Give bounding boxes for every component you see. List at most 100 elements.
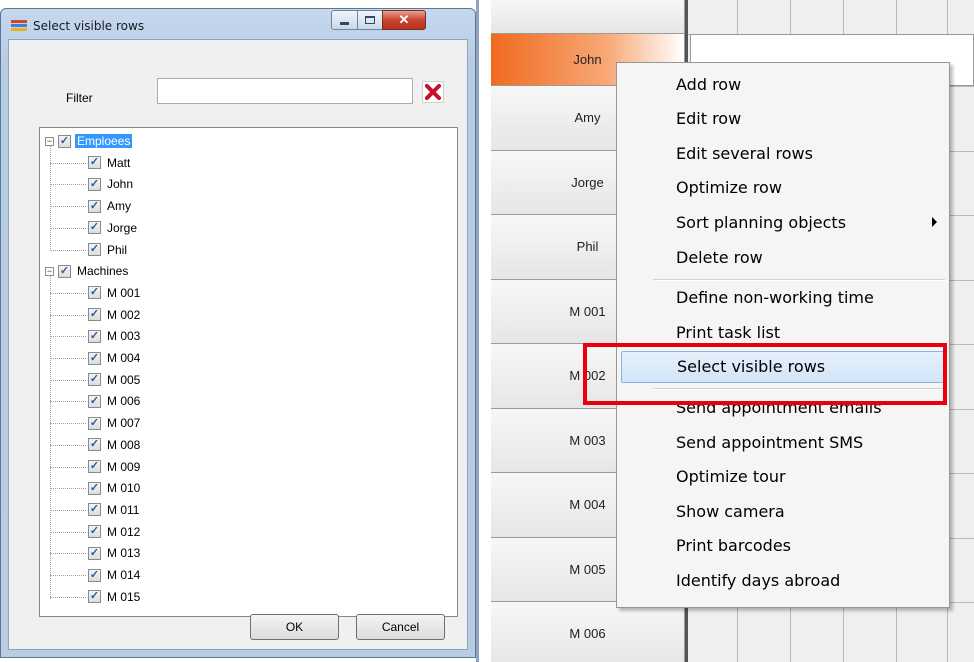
menu-item-sort-planning-objects[interactable]: Sort planning objects [621, 206, 945, 238]
row-checkbox[interactable]: ✓ [88, 546, 101, 560]
row-checkbox[interactable]: ✓ [88, 243, 101, 256]
row-checkbox[interactable]: ✓ [88, 156, 101, 170]
tree-child-node[interactable]: ✓ M 004 [88, 349, 142, 367]
menu-item-optimize-tour[interactable]: Optimize tour [621, 461, 945, 493]
row-checkbox[interactable]: ✓ [88, 351, 101, 365]
tree-child-label: M 015 [107, 589, 141, 604]
minimize-button[interactable] [331, 10, 358, 30]
tree-group-node[interactable]: − ✓ Machines [45, 262, 130, 280]
tree-child-node[interactable]: ✓ Matt [88, 154, 132, 172]
tree-child-node[interactable]: ✓ M 001 [88, 284, 142, 302]
group-checkbox[interactable]: ✓ [58, 134, 71, 148]
window-edge [476, 0, 479, 662]
tree-connector [50, 276, 51, 599]
tree-child-node[interactable]: ✓ M 005 [88, 371, 142, 389]
row-checkbox[interactable]: ✓ [88, 329, 101, 343]
tree-child-node[interactable]: ✓ M 007 [88, 414, 142, 432]
tree-connector [50, 553, 86, 555]
menu-item-label: Edit row [676, 109, 742, 129]
row-checkbox[interactable]: ✓ [88, 590, 101, 604]
tree-child-node[interactable]: ✓ M 015 [88, 588, 142, 606]
row-checkbox[interactable]: ✓ [88, 481, 101, 495]
tree-child-label: M 012 [107, 524, 141, 539]
tree-group-label[interactable]: Machines [75, 264, 130, 278]
menu-item-define-non-working-time[interactable]: Define non-working time [621, 282, 945, 314]
menu-item-add-row[interactable]: Add row [621, 68, 945, 100]
collapse-icon[interactable]: − [45, 266, 54, 276]
tree-connector [50, 249, 86, 251]
tree-connector [50, 444, 86, 446]
checkmark-icon: ✓ [89, 199, 100, 212]
row-header[interactable]: M 006 [491, 602, 685, 662]
checkmark-icon: ✓ [89, 373, 100, 386]
tree-child-label: M 007 [107, 416, 141, 431]
maximize-button[interactable] [357, 10, 383, 30]
tree-child-node[interactable]: ✓ Phil [88, 241, 129, 259]
tree-child-node[interactable]: ✓ M 003 [88, 327, 142, 345]
clear-x-icon [425, 84, 441, 100]
checkmark-icon: ✓ [89, 416, 100, 429]
checkmark-icon: ✓ [89, 308, 100, 321]
filter-input[interactable] [157, 78, 413, 104]
row-checkbox[interactable]: ✓ [88, 394, 101, 408]
tree-child-node[interactable]: ✓ M 008 [88, 436, 142, 454]
row-checkbox[interactable]: ✓ [88, 308, 101, 322]
tree-child-node[interactable]: ✓ Jorge [88, 219, 139, 237]
tree-connector [50, 488, 86, 490]
menu-item-send-appointment-sms[interactable]: Send appointment SMS [621, 426, 945, 458]
checkmark-icon: ✓ [89, 481, 100, 494]
tree-child-node[interactable]: ✓ M 013 [88, 544, 142, 562]
row-checkbox[interactable]: ✓ [88, 286, 101, 300]
checkmark-icon: ✓ [89, 329, 100, 342]
menu-item-label: Edit several rows [676, 143, 813, 163]
menu-item-edit-several-rows[interactable]: Edit several rows [621, 137, 945, 169]
tree-group-label[interactable]: Emploees [75, 134, 133, 148]
row-checkbox[interactable]: ✓ [88, 177, 101, 191]
tree-connector [50, 401, 86, 403]
tree-child-label: M 010 [107, 481, 141, 496]
row-checkbox[interactable]: ✓ [88, 525, 101, 539]
row-checkbox[interactable]: ✓ [88, 416, 101, 430]
row-checkbox[interactable]: ✓ [88, 199, 101, 213]
tree-child-node[interactable]: ✓ M 011 [88, 501, 141, 519]
close-button[interactable]: ✕ [382, 10, 426, 30]
title-bar[interactable]: Select visible rows ✕ [1, 9, 475, 39]
checkmark-icon: ✓ [89, 568, 100, 581]
menu-item-print-barcodes[interactable]: Print barcodes [621, 530, 945, 562]
tree-child-node[interactable]: ✓ Amy [88, 197, 133, 215]
tree-child-label: M 008 [107, 437, 141, 452]
row-checkbox[interactable]: ✓ [88, 221, 101, 235]
tree-child-node[interactable]: ✓ M 014 [88, 566, 142, 584]
checkmark-icon: ✓ [89, 460, 100, 472]
tree-child-node[interactable]: ✓ M 009 [88, 458, 142, 476]
row-checkbox[interactable]: ✓ [88, 460, 101, 473]
row-checkbox[interactable]: ✓ [88, 438, 101, 452]
window-title: Select visible rows [33, 19, 145, 33]
tree-child-label: Matt [107, 155, 131, 170]
group-checkbox[interactable]: ✓ [58, 264, 71, 278]
ok-button[interactable]: OK [250, 614, 339, 640]
tree-child-node[interactable]: ✓ M 002 [88, 306, 142, 324]
menu-item-identify-days-abroad[interactable]: Identify days abroad [621, 564, 945, 596]
collapse-icon[interactable]: − [45, 136, 54, 146]
menu-item-label: Print task list [676, 322, 781, 342]
cancel-button[interactable]: Cancel [356, 614, 445, 640]
checkmark-icon: ✓ [59, 134, 70, 147]
row-checkbox[interactable]: ✓ [88, 568, 101, 582]
tree-child-node[interactable]: ✓ M 012 [88, 523, 142, 541]
menu-item-edit-row[interactable]: Edit row [621, 103, 945, 135]
menu-item-show-camera[interactable]: Show camera [621, 495, 945, 527]
minimize-icon [340, 21, 349, 25]
rows-tree[interactable]: − ✓ Emploees ✓ Matt ✓ John ✓ Amy ✓ Jorge ✓ Phil − ✓ Mac… [39, 127, 458, 617]
menu-item-optimize-row[interactable]: Optimize row [621, 172, 945, 204]
row-checkbox[interactable]: ✓ [88, 373, 101, 387]
tree-child-label: Jorge [107, 220, 138, 235]
tree-group-node[interactable]: − ✓ Emploees [45, 132, 133, 150]
tree-child-node[interactable]: ✓ M 006 [88, 392, 142, 410]
checkmark-icon: ✓ [89, 221, 100, 234]
tree-child-node[interactable]: ✓ M 010 [88, 479, 142, 497]
tree-child-node[interactable]: ✓ John [88, 175, 135, 193]
menu-item-delete-row[interactable]: Delete row [621, 241, 945, 273]
row-checkbox[interactable]: ✓ [88, 503, 101, 517]
clear-filter-button[interactable] [422, 81, 444, 103]
